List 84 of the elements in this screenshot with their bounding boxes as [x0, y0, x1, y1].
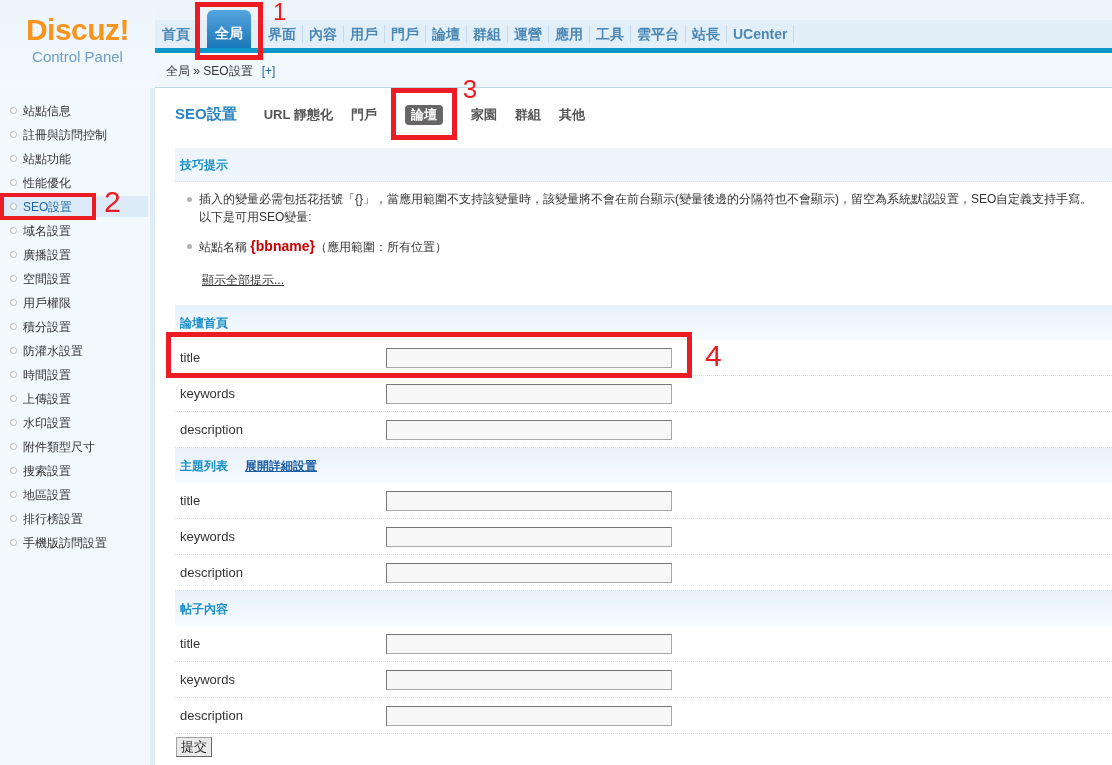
field-label: description — [179, 707, 244, 724]
circle-bullet-icon — [10, 467, 17, 474]
logo-subtitle: Control Panel — [32, 48, 123, 66]
circle-bullet-icon — [10, 299, 17, 306]
circle-bullet-icon — [10, 347, 17, 354]
section-tab[interactable]: 門戶 — [344, 105, 383, 125]
field-label: title — [179, 635, 202, 652]
expand-settings-link[interactable]: 展開詳細設置 — [245, 458, 317, 473]
sidebar-item[interactable]: 用戶權限 — [0, 292, 148, 313]
annotation-number: 3 — [462, 76, 478, 102]
field-label: description — [179, 421, 244, 438]
logo-wordmark: Discuz! — [25, 14, 130, 46]
circle-bullet-icon — [10, 179, 17, 186]
section-tab[interactable]: URL 靜態化 — [257, 105, 339, 125]
circle-bullet-icon — [10, 227, 17, 234]
sidebar-item[interactable]: 搜索設置 — [0, 460, 148, 481]
show-all-tips-link[interactable]: 顯示全部提示... — [202, 273, 284, 287]
circle-bullet-icon — [10, 371, 17, 378]
circle-bullet-icon — [10, 515, 17, 522]
text-input[interactable] — [386, 562, 672, 583]
text-input[interactable] — [386, 419, 672, 440]
section-tab[interactable]: 群組 — [508, 105, 547, 125]
tip-text: 以下是可用SEO變量: — [199, 209, 313, 226]
sidebar-item[interactable]: 排行榜設置 — [0, 508, 148, 529]
annotation-frame — [390, 88, 457, 140]
section-tab[interactable]: 其他 — [552, 105, 591, 125]
section-title: 主題列表 — [180, 458, 228, 473]
sidebar-item[interactable]: 廣播設置 — [0, 244, 148, 265]
circle-bullet-icon — [10, 203, 17, 210]
sidebar-item[interactable]: 防灌水設置 — [0, 340, 148, 361]
text-input[interactable] — [386, 383, 672, 404]
section-tab[interactable]: 家園 — [464, 105, 503, 125]
sidebar-item[interactable]: 上傳設置 — [0, 388, 148, 409]
circle-bullet-icon — [10, 131, 17, 138]
circle-bullet-icon — [10, 419, 17, 426]
submit-button[interactable]: 提交 — [176, 737, 212, 757]
page-title: SEO設置 — [175, 105, 237, 123]
add-shortcut-link[interactable]: [+] — [261, 64, 276, 78]
annotation-number: 1 — [273, 0, 287, 24]
sidebar-item[interactable]: 水印設置 — [0, 412, 148, 433]
sidebar-item[interactable]: 手機版訪問設置 — [0, 532, 148, 553]
sidebar-item[interactable]: 時間設置 — [0, 364, 148, 385]
text-input[interactable] — [386, 526, 672, 547]
text-input[interactable] — [386, 633, 672, 654]
tip-text: 插入的變量必需包括花括號「{}」，當應用範圍不支持該變量時，該變量將不會在前台顯示(變量後邊的分隔符也不會顯示)，留空為系統默認設置，SEO自定義支持手寫。 — [199, 191, 1093, 208]
sidebar-item[interactable]: 空間設置 — [0, 268, 148, 289]
sidebar-item[interactable]: 站點功能 — [0, 148, 148, 169]
tip-text: 站點名稱 {bbname}（應用範圍：所有位置） — [199, 237, 447, 256]
section-title: 帖子內容 — [180, 601, 228, 616]
sidebar-item[interactable]: 性能優化 — [0, 172, 148, 193]
circle-bullet-icon — [10, 443, 17, 450]
annotation-number: 4 — [705, 341, 722, 371]
circle-bullet-icon — [10, 491, 17, 498]
sidebar-item[interactable]: 域名設置 — [0, 220, 148, 241]
text-input[interactable] — [386, 705, 672, 726]
circle-bullet-icon — [10, 539, 17, 546]
field-label: description — [179, 564, 244, 581]
nav-tab[interactable]: 全局 — [207, 10, 251, 48]
section-title: 技巧提示 — [180, 157, 228, 172]
sidebar-item[interactable]: 積分設置 — [0, 316, 148, 337]
section-tab[interactable]: 論壇 — [404, 105, 443, 125]
circle-bullet-icon — [10, 323, 17, 330]
sidebar-item[interactable]: 地區設置 — [0, 484, 148, 505]
sidebar-item[interactable]: 註冊與訪問控制 — [0, 124, 148, 145]
circle-bullet-icon — [10, 275, 17, 282]
field-label: keywords — [179, 528, 236, 545]
sidebar-item[interactable]: 站點信息 — [0, 100, 148, 121]
bullet-icon — [187, 244, 192, 249]
breadcrumb-path: 全局 » SEO設置 — [166, 64, 253, 78]
text-input[interactable] — [386, 347, 672, 368]
circle-bullet-icon — [10, 107, 17, 114]
text-input[interactable] — [386, 490, 672, 511]
circle-bullet-icon — [10, 395, 17, 402]
field-label: title — [179, 492, 202, 509]
annotation-frame — [195, 2, 263, 60]
circle-bullet-icon — [10, 251, 17, 258]
circle-bullet-icon — [10, 155, 17, 162]
field-label: title — [179, 349, 202, 366]
field-label: keywords — [179, 671, 236, 688]
text-input[interactable] — [386, 669, 672, 690]
field-label: keywords — [179, 385, 236, 402]
section-title: 論壇首頁 — [180, 315, 228, 330]
bullet-icon — [187, 197, 192, 202]
sidebar-item[interactable]: 附件類型尺寸 — [0, 436, 148, 457]
